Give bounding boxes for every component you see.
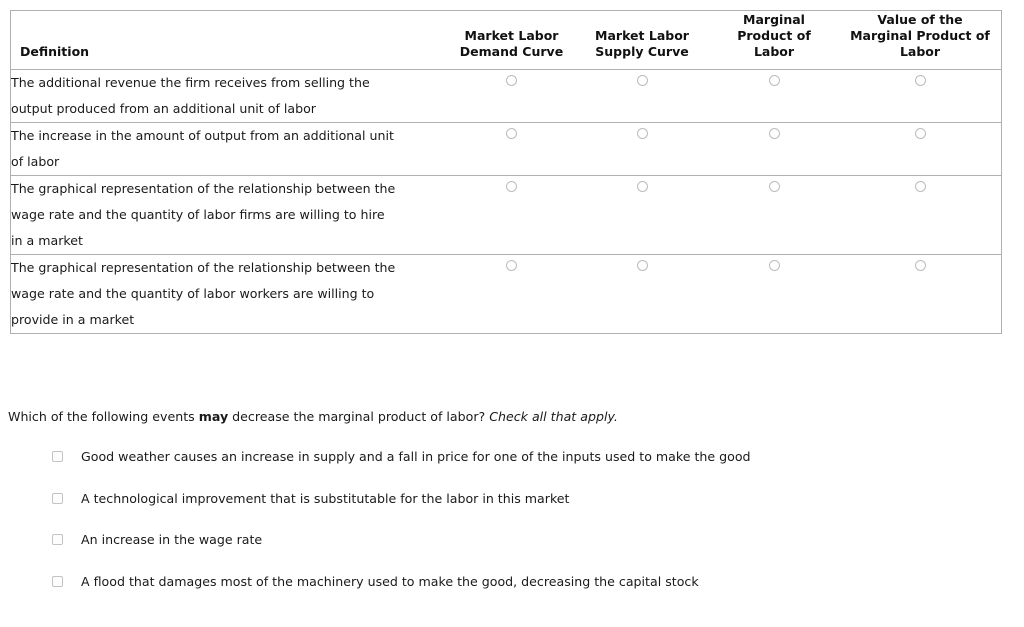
radio-button[interactable] [914, 180, 926, 192]
radio-cell-market-labor-supply-curve[interactable] [575, 175, 709, 255]
question-text-before: Which of the following events [8, 409, 199, 424]
definition-line: The increase in the amount of output fro… [11, 127, 394, 143]
table-header-row: Definition Market Labor Demand Curve Mar… [11, 11, 1001, 70]
column-header-line: Market Labor [464, 27, 559, 43]
column-header-line: Marginal Product of [850, 27, 990, 43]
column-header-line: Value of the [877, 11, 963, 27]
radio-button[interactable] [636, 259, 648, 271]
definition-line: The graphical representation of the rela… [11, 259, 396, 275]
definition-cell: The graphical representation of the rela… [11, 175, 448, 255]
radio-cell-market-labor-supply-curve[interactable] [575, 254, 709, 333]
question-instruction: Check all that apply. [489, 409, 618, 424]
radio-cell-marginal-product-of-labor[interactable] [709, 122, 839, 176]
radio-cell-value-of-marginal-product-of-labor[interactable] [839, 122, 1001, 176]
column-header-line: Labor [899, 43, 941, 59]
choice-label: A flood that damages most of the machine… [81, 573, 699, 589]
radio-cell-marginal-product-of-labor[interactable] [709, 69, 839, 123]
table-body: The additional revenue the firm receives… [11, 69, 1001, 333]
column-header-line: Supply Curve [595, 43, 689, 59]
column-header-line: Demand Curve [459, 43, 564, 59]
choice-item[interactable]: A technological improvement that is subs… [52, 491, 992, 533]
radio-button[interactable] [914, 259, 926, 271]
question-text-middle: decrease the marginal product of labor? [228, 409, 490, 424]
radio-button[interactable] [768, 259, 780, 271]
column-header-value-of-the-marginal-product-of-labor: Value of the Marginal Product of Labor [839, 11, 1001, 70]
table-row: The additional revenue the firm receives… [11, 69, 1001, 123]
column-header-marginal-product-of-labor: Marginal Product of Labor [709, 11, 839, 70]
radio-cell-value-of-marginal-product-of-labor[interactable] [839, 69, 1001, 123]
table-row: The graphical representation of the rela… [11, 175, 1001, 255]
radio-button[interactable] [636, 180, 648, 192]
choice-item[interactable]: A flood that damages most of the machine… [52, 574, 992, 616]
radio-button[interactable] [768, 74, 780, 86]
radio-button[interactable] [768, 127, 780, 139]
matching-table-container: Definition Market Labor Demand Curve Mar… [10, 10, 1002, 334]
definition-line: wage rate and the quantity of labor firm… [11, 206, 385, 222]
choice-item[interactable]: An increase in the wage rate [52, 532, 992, 574]
radio-cell-market-labor-demand-curve[interactable] [448, 69, 575, 123]
table-row: The graphical representation of the rela… [11, 254, 1001, 333]
radio-cell-market-labor-demand-curve[interactable] [448, 254, 575, 333]
definition-line: in a market [11, 232, 83, 248]
definition-line: The additional revenue the firm receives… [11, 74, 370, 90]
radio-button[interactable] [914, 74, 926, 86]
radio-cell-market-labor-supply-curve[interactable] [575, 122, 709, 176]
definition-line: The graphical representation of the rela… [11, 180, 396, 196]
radio-button[interactable] [914, 127, 926, 139]
radio-cell-market-labor-supply-curve[interactable] [575, 69, 709, 123]
column-header-line: Labor [753, 43, 795, 59]
radio-cell-marginal-product-of-labor[interactable] [709, 175, 839, 255]
choice-label: A technological improvement that is subs… [81, 490, 570, 506]
radio-button[interactable] [506, 127, 517, 139]
column-header-line: Marginal [743, 11, 805, 27]
definition-cell: The graphical representation of the rela… [11, 254, 448, 333]
column-header-line: Product of [737, 27, 811, 43]
column-header-market-labor-demand-curve: Market Labor Demand Curve [448, 11, 575, 70]
radio-cell-market-labor-demand-curve[interactable] [448, 122, 575, 176]
table-header: Definition Market Labor Demand Curve Mar… [11, 11, 1001, 70]
radio-cell-marginal-product-of-labor[interactable] [709, 254, 839, 333]
choice-list: Good weather causes an increase in suppl… [52, 449, 992, 615]
choice-item[interactable]: Good weather causes an increase in suppl… [52, 449, 992, 491]
radio-button[interactable] [506, 259, 517, 271]
definition-line: provide in a market [11, 311, 135, 327]
column-header-definition: Definition [11, 11, 448, 70]
definition-line: output produced from an additional unit … [11, 100, 316, 116]
question-emphasis: may [198, 409, 229, 424]
column-header-definition-label: Definition [20, 43, 90, 59]
column-header-line: Market Labor [595, 27, 689, 43]
question-prompt: Which of the following events may decrea… [8, 408, 618, 425]
radio-cell-market-labor-demand-curve[interactable] [448, 175, 575, 255]
radio-cell-value-of-marginal-product-of-labor[interactable] [839, 254, 1001, 333]
checkbox-icon[interactable] [52, 492, 63, 504]
checkbox-icon[interactable] [52, 575, 63, 587]
matching-table: Definition Market Labor Demand Curve Mar… [11, 11, 1001, 333]
choice-label: Good weather causes an increase in suppl… [81, 449, 751, 464]
checkbox-icon[interactable] [52, 451, 63, 462]
radio-button[interactable] [506, 180, 517, 192]
definition-line: of labor [11, 153, 60, 169]
definition-line: wage rate and the quantity of labor work… [11, 285, 375, 301]
definition-cell: The additional revenue the firm receives… [11, 69, 448, 123]
column-header-market-labor-supply-curve: Market Labor Supply Curve [575, 11, 709, 70]
definition-cell: The increase in the amount of output fro… [11, 122, 448, 176]
radio-button[interactable] [636, 127, 648, 139]
choice-label: An increase in the wage rate [81, 532, 263, 547]
radio-button[interactable] [506, 74, 517, 86]
radio-button[interactable] [636, 74, 648, 86]
radio-button[interactable] [768, 180, 780, 192]
checkbox-icon[interactable] [52, 534, 63, 545]
table-row: The increase in the amount of output fro… [11, 122, 1001, 176]
radio-cell-value-of-marginal-product-of-labor[interactable] [839, 175, 1001, 255]
